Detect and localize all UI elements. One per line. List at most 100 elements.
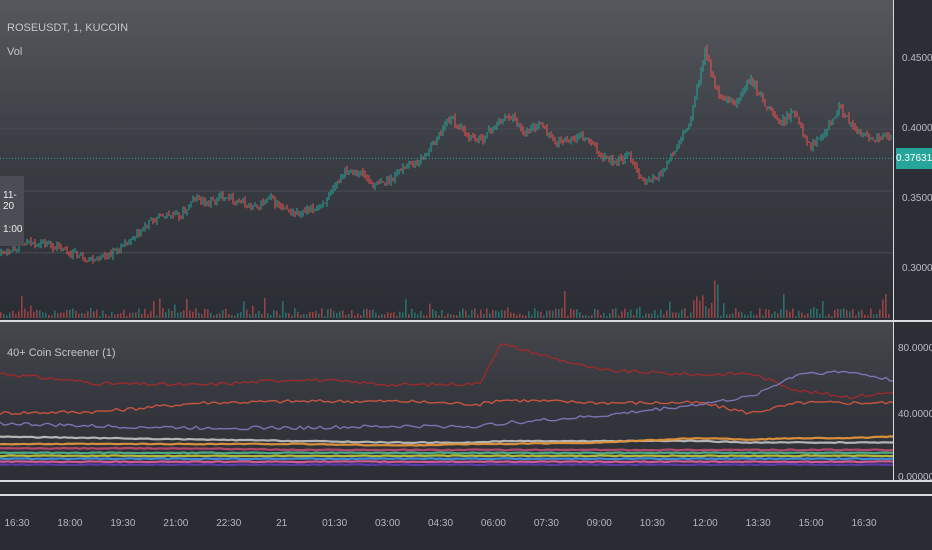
volume-bar bbox=[423, 315, 425, 318]
volume-bar bbox=[789, 311, 791, 318]
volume-bar bbox=[441, 310, 443, 318]
volume-bar bbox=[567, 315, 569, 318]
volume-bar bbox=[384, 314, 386, 318]
volume-bar bbox=[687, 315, 689, 318]
volume-bar bbox=[291, 315, 293, 318]
volume-bar bbox=[117, 313, 119, 318]
volume-bar bbox=[813, 306, 815, 318]
volume-bar bbox=[120, 313, 122, 318]
volume-bar bbox=[216, 313, 218, 318]
volume-bar bbox=[300, 314, 302, 318]
time-tick-label: 15:00 bbox=[798, 518, 824, 529]
volume-bar bbox=[753, 314, 755, 318]
volume-bar bbox=[579, 312, 581, 318]
volume-bar bbox=[135, 312, 137, 318]
indicator-label[interactable]: 40+ Coin Screener (1) bbox=[7, 347, 116, 359]
volume-label[interactable]: Vol bbox=[7, 46, 22, 58]
volume-bar bbox=[198, 312, 200, 318]
volume-bar bbox=[225, 308, 227, 318]
volume-bar bbox=[735, 308, 737, 318]
volume-bar bbox=[522, 315, 524, 318]
volume-bar bbox=[651, 313, 653, 318]
time-axis[interactable] bbox=[0, 496, 932, 550]
volume-bar bbox=[630, 309, 632, 318]
volume-bar bbox=[591, 315, 593, 318]
volume-bar bbox=[432, 309, 434, 318]
volume-bar bbox=[702, 295, 704, 318]
screener-series-line bbox=[0, 463, 894, 467]
volume-bar bbox=[693, 300, 695, 318]
volume-bar bbox=[342, 310, 344, 318]
volume-bar bbox=[822, 300, 824, 318]
volume-bar bbox=[786, 309, 788, 318]
volume-bar bbox=[843, 308, 845, 318]
volume-bar bbox=[318, 313, 320, 318]
volume-bar bbox=[468, 314, 470, 318]
volume-bar bbox=[678, 312, 680, 318]
volume-bar bbox=[792, 308, 794, 318]
volume-bar bbox=[306, 314, 308, 318]
volume-bar bbox=[21, 296, 23, 318]
volume-bar bbox=[195, 308, 197, 318]
volume-bar bbox=[795, 315, 797, 318]
volume-bar bbox=[783, 294, 785, 318]
volume-bar bbox=[774, 311, 776, 318]
volume-bar bbox=[243, 301, 245, 318]
volume-bar bbox=[465, 310, 467, 318]
volume-bar bbox=[57, 313, 59, 318]
volume-bar bbox=[507, 307, 509, 318]
volume-bar bbox=[780, 309, 782, 318]
volume-bar bbox=[618, 315, 620, 318]
volume-bar bbox=[714, 280, 716, 318]
indicator-tick-label: 80.00000 bbox=[898, 343, 932, 354]
volume-bar bbox=[96, 309, 98, 318]
volume-bar bbox=[312, 312, 314, 318]
volume-bar bbox=[45, 312, 47, 318]
volume-bar bbox=[741, 312, 743, 318]
volume-bar bbox=[525, 315, 527, 318]
volume-bar bbox=[297, 311, 299, 318]
volume-bar bbox=[222, 310, 224, 318]
volume-bar bbox=[162, 308, 164, 318]
volume-bar bbox=[747, 315, 749, 318]
volume-bar bbox=[582, 315, 584, 318]
pane-separator[interactable] bbox=[0, 320, 932, 322]
symbol-label[interactable]: ROSEUSDT, 1, KUCOIN bbox=[7, 22, 128, 34]
volume-bar bbox=[219, 313, 221, 318]
volume-bar bbox=[174, 304, 176, 318]
volume-bar bbox=[33, 311, 35, 318]
price-chart bbox=[0, 44, 894, 318]
volume-bar bbox=[564, 291, 566, 318]
indicator-scale-border bbox=[893, 322, 894, 480]
volume-bar bbox=[69, 309, 71, 318]
volume-bar bbox=[606, 315, 608, 318]
indicator-bottom-border bbox=[0, 480, 932, 482]
volume-bar bbox=[402, 312, 404, 318]
volume-bar bbox=[585, 314, 587, 318]
volume-bar bbox=[204, 308, 206, 318]
price-scale-border bbox=[893, 0, 894, 320]
volume-bar bbox=[885, 294, 887, 318]
volume-bar bbox=[366, 308, 368, 318]
volume-bar bbox=[294, 308, 296, 318]
volume-bar bbox=[519, 313, 521, 318]
volume-bar bbox=[183, 310, 185, 318]
volume-bar bbox=[390, 312, 392, 318]
volume-bar bbox=[492, 309, 494, 318]
volume-bar bbox=[549, 310, 551, 318]
volume-bar bbox=[207, 309, 209, 318]
volume-bar bbox=[657, 314, 659, 318]
volume-bar bbox=[738, 311, 740, 318]
volume-bar bbox=[375, 312, 377, 318]
volume-bar bbox=[648, 313, 650, 318]
volume-bar bbox=[123, 309, 125, 318]
time-tick-label: 10:30 bbox=[639, 518, 665, 529]
volume-bar bbox=[459, 311, 461, 318]
volume-bar bbox=[435, 310, 437, 318]
volume-bar bbox=[303, 314, 305, 318]
volume-bar bbox=[480, 309, 482, 318]
volume-bar bbox=[93, 311, 95, 318]
volume-bar bbox=[498, 311, 500, 318]
volume-bar bbox=[147, 314, 149, 318]
volume-bar bbox=[849, 311, 851, 318]
